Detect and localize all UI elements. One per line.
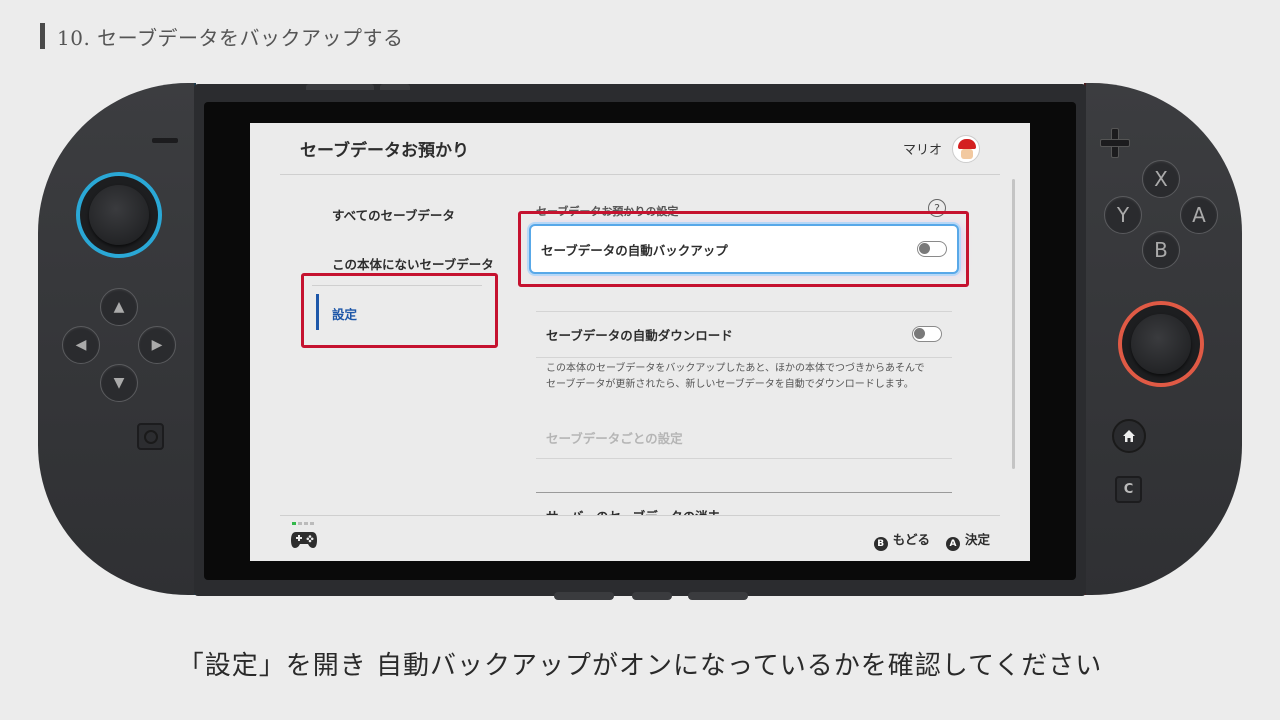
scrollbar[interactable] [1012,179,1015,469]
auto-backup-callout [518,211,969,287]
minus-button[interactable] [152,138,178,143]
capture-icon [143,429,158,444]
nav-item-all-save-data[interactable]: すべてのセーブデータ [332,205,455,224]
back-label: もどる [892,532,930,547]
back-action[interactable]: B もどる [873,529,930,551]
auto-download-description: この本体のセーブデータをバックアップしたあと、ほかの本体でつづきからあそんで セ… [546,361,956,393]
home-button[interactable] [1112,419,1146,453]
top-vent [380,84,410,90]
per-data-settings-item: セーブデータごとの設定 [546,431,683,446]
auto-download-label: セーブデータの自動ダウンロード [546,327,733,343]
dpad-left-icon: ◀ [75,337,87,353]
heading-bar [40,23,45,49]
y-button[interactable]: Y [1104,196,1142,234]
a-button-icon: A [945,537,960,551]
right-stick[interactable] [1118,301,1204,387]
dpad-up-button[interactable]: ▲ [100,288,138,326]
step-heading: 10. セーブデータをバックアップする [40,22,403,50]
home-icon [1123,430,1135,442]
plus-button[interactable] [1100,128,1130,158]
bottom-vent [554,592,614,600]
b-button[interactable]: B [1142,231,1180,269]
c-label: C [1123,482,1134,497]
dpad-left-button[interactable]: ◀ [62,326,100,364]
b-button-icon: B [873,537,888,551]
top-vent [306,84,374,90]
right-stick-cap [1131,314,1191,374]
nav-item-not-on-device[interactable]: この本体にないセーブデータ [332,254,494,273]
a-label: A [1192,203,1206,227]
bottom-vent [688,592,748,600]
dpad-right-icon: ▶ [151,337,163,353]
description-line: この本体のセーブデータをバックアップしたあと、ほかの本体でつづきからあそんで [546,363,925,374]
screen-header: セーブデータお預かり マリオ [280,123,1000,175]
x-button[interactable]: X [1142,160,1180,198]
auto-download-row[interactable]: セーブデータの自動ダウンロード [536,311,952,357]
dpad-down-icon: ▼ [113,375,125,391]
divider [536,458,952,459]
screen-footer: B もどる A 決定 [280,515,1000,561]
page-title: セーブデータお預かり [300,141,469,161]
dpad-right-button[interactable]: ▶ [138,326,176,364]
y-label: Y [1116,203,1130,227]
dpad-down-button[interactable]: ▼ [100,364,138,402]
confirm-action[interactable]: A 決定 [945,529,990,551]
left-stick[interactable] [76,172,162,258]
user-info[interactable]: マリオ [902,134,1000,163]
divider [536,357,952,358]
description-line: セーブデータが更新されたら、新しいセーブデータを自動でダウンロードします。 [546,379,914,390]
avatar [952,134,980,163]
bottom-vent [632,592,672,600]
settings-callout [301,273,498,348]
a-button[interactable]: A [1180,196,1218,234]
auto-download-toggle[interactable] [912,326,942,342]
confirm-label: 決定 [964,532,990,547]
divider [536,492,952,493]
b-label: B [1154,238,1168,262]
step-heading-text: 10. セーブデータをバックアップする [57,25,404,50]
x-label: X [1154,167,1168,191]
left-stick-cap [89,185,149,245]
capture-button[interactable] [137,423,164,450]
player-indicator [292,522,314,525]
controller-icon [291,532,317,548]
footer-actions: B もどる A 決定 [873,529,990,551]
caption: 「設定」を開き 自動バックアップがオンになっているかを確認してください [177,651,1103,681]
dpad-up-icon: ▲ [113,299,125,315]
user-name: マリオ [902,143,942,158]
c-button[interactable]: C [1115,476,1142,503]
